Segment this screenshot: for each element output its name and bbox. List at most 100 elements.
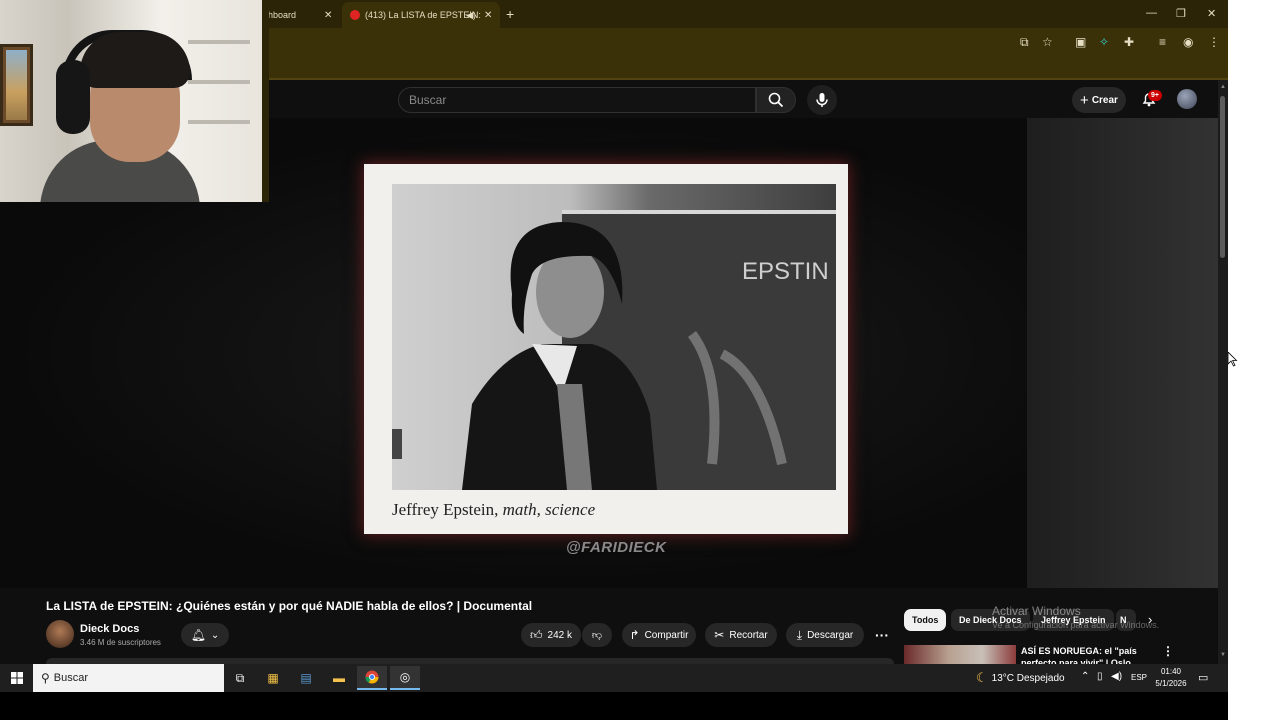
thumbs-up-icon: 👍︎ bbox=[529, 627, 543, 642]
media-control-icon[interactable]: ≡ bbox=[1159, 35, 1166, 49]
tab-close-icon[interactable]: ✕ bbox=[324, 10, 332, 21]
minimize-button[interactable]: — bbox=[1146, 7, 1157, 19]
task-view-icon: ⧉ bbox=[235, 670, 245, 685]
extensions-puzzle-icon[interactable]: ✚ bbox=[1124, 35, 1134, 49]
wall-painting bbox=[0, 44, 33, 126]
word-app-button[interactable]: ▤ bbox=[291, 666, 321, 690]
bookmark-star-icon[interactable]: ☆ bbox=[1042, 35, 1053, 49]
clock-date: 5/1/2026 bbox=[1155, 679, 1187, 688]
scrollbar-thumb[interactable] bbox=[1220, 96, 1225, 258]
download-button[interactable]: ⤓ Descargar bbox=[786, 623, 864, 647]
video-watermark: @FARIDIECK bbox=[566, 539, 667, 556]
page-scrollbar[interactable]: ▲ ▼ bbox=[1218, 80, 1228, 664]
secondary-panel bbox=[1027, 118, 1218, 588]
mouse-cursor-icon bbox=[1228, 352, 1238, 367]
youtube-favicon-icon bbox=[350, 10, 360, 20]
restore-button[interactable]: ❐ bbox=[1176, 7, 1186, 20]
start-button[interactable] bbox=[0, 664, 33, 692]
new-tab-button[interactable]: + bbox=[506, 6, 514, 22]
language-indicator[interactable]: ESP bbox=[1131, 673, 1147, 682]
clock-time: 01:40 bbox=[1160, 667, 1182, 676]
dislike-button[interactable]: 👎︎ bbox=[582, 623, 612, 647]
clock[interactable]: 01:40 5/1/2026 bbox=[1152, 666, 1190, 690]
yearbook-photo-illustration: EPSTIN bbox=[392, 210, 836, 490]
streamer-hair bbox=[80, 32, 190, 88]
bell-icon: 🔔︎ bbox=[190, 628, 206, 642]
chevron-up-icon[interactable]: ⌃ bbox=[1081, 671, 1089, 682]
obs-icon: ◎ bbox=[399, 670, 411, 684]
share-label: Compartir bbox=[644, 629, 689, 641]
obs-app-button[interactable]: ◎ bbox=[390, 666, 420, 690]
more-vertical-icon[interactable]: ⋮ bbox=[1162, 644, 1174, 658]
windows-taskbar: ⚲ ⧉ ▦ ▤ ▬ ◎ ☾ 13°C Despejado ⌃ ▯ ◀) ESP … bbox=[0, 664, 1228, 692]
tab-title: hboard bbox=[268, 10, 297, 20]
chip-all[interactable]: Todos bbox=[904, 609, 947, 631]
moon-icon: ☾ bbox=[976, 670, 988, 685]
store-icon: ▦ bbox=[267, 671, 279, 685]
channel-name[interactable]: Dieck Docs bbox=[80, 623, 139, 635]
subscriber-count: 3.46 M de suscriptores bbox=[80, 638, 161, 647]
create-button[interactable]: + Crear bbox=[1072, 87, 1126, 113]
user-avatar[interactable] bbox=[1177, 89, 1197, 109]
task-view-button[interactable]: ⧉ bbox=[225, 666, 255, 690]
voice-search-button[interactable] bbox=[807, 85, 837, 115]
channel-avatar[interactable] bbox=[46, 620, 74, 648]
thumbs-down-icon: 👎︎ bbox=[591, 630, 603, 641]
browser-tab-active[interactable]: (413) La LISTA de EPSTEIN: ◀) ✕ bbox=[342, 2, 500, 28]
video-frame-photo: EPSTIN Jeffrey Epstein, math, science bbox=[364, 164, 848, 534]
store-app-button[interactable]: ▦ bbox=[258, 666, 288, 690]
tab-close-icon[interactable]: ✕ bbox=[484, 10, 492, 21]
download-icon: ⤓ bbox=[796, 627, 803, 642]
chevron-down-icon: ⌄ bbox=[210, 629, 220, 641]
close-window-button[interactable]: ✕ bbox=[1207, 7, 1216, 20]
speaker-icon[interactable]: ◀) bbox=[466, 10, 476, 21]
weather-text: 13°C Despejado bbox=[991, 672, 1065, 684]
weather-widget[interactable]: ☾ 13°C Despejado bbox=[976, 670, 1065, 686]
notification-count-badge: 9+ bbox=[1148, 90, 1162, 101]
plus-icon: + bbox=[1080, 91, 1089, 109]
subscription-bell-button[interactable]: 🔔︎ ⌄ bbox=[181, 623, 229, 647]
profile-icon[interactable]: ◉ bbox=[1183, 35, 1193, 49]
volume-icon[interactable]: ◀) bbox=[1111, 671, 1122, 682]
search-icon: ⚲ bbox=[41, 671, 50, 685]
more-horizontal-icon: ··· bbox=[875, 627, 889, 643]
taskbar-search: ⚲ bbox=[33, 664, 224, 692]
share-icon: ↱ bbox=[629, 628, 640, 642]
recommendation-thumbnail[interactable] bbox=[904, 645, 1016, 664]
browser-tab[interactable]: hboard ✕ bbox=[268, 2, 340, 28]
chrome-icon bbox=[365, 670, 379, 684]
share-button[interactable]: ↱ Compartir bbox=[622, 623, 696, 647]
windows-logo-icon bbox=[10, 672, 23, 684]
extension-icon[interactable]: ▣ bbox=[1075, 35, 1086, 49]
recommendation-title[interactable]: ASÍ ES NORUEGA: el "país perfecto para v… bbox=[1021, 645, 1146, 664]
like-button[interactable]: 👍︎ 242 k bbox=[521, 623, 581, 647]
photo-caption: Jeffrey Epstein, math, science bbox=[392, 500, 595, 520]
microphone-icon bbox=[816, 93, 828, 107]
file-explorer-button[interactable]: ▬ bbox=[324, 666, 354, 690]
folder-icon: ▬ bbox=[333, 671, 345, 685]
notification-center-icon[interactable]: ▭ bbox=[1198, 671, 1208, 684]
download-label: Descargar bbox=[807, 629, 854, 641]
caption-name: Jeffrey Epstein, bbox=[392, 500, 499, 519]
search-box bbox=[398, 87, 756, 113]
clip-button[interactable]: ✂ Recortar bbox=[705, 623, 777, 647]
battery-icon[interactable]: ▯ bbox=[1097, 671, 1103, 682]
scissors-icon: ✂ bbox=[714, 628, 725, 642]
browser-menu-icon[interactable]: ⋮ bbox=[1208, 35, 1220, 49]
tab-title: (413) La LISTA de EPSTEIN: bbox=[365, 10, 481, 20]
search-input[interactable] bbox=[399, 88, 755, 112]
search-button[interactable] bbox=[756, 87, 796, 113]
activate-windows-title: Activar Windows bbox=[992, 604, 1081, 618]
create-label: Crear bbox=[1091, 94, 1118, 106]
yearbook-photo: EPSTIN bbox=[392, 184, 836, 490]
taskbar-search-input[interactable] bbox=[49, 664, 210, 692]
activate-windows-subtitle: Ve a Configuración para activar Windows. bbox=[992, 620, 1160, 630]
scroll-up-icon[interactable]: ▲ bbox=[1220, 84, 1226, 90]
more-actions-button[interactable]: ··· bbox=[871, 623, 893, 647]
chrome-app-button[interactable] bbox=[357, 666, 387, 690]
chalkboard-text: EPSTIN bbox=[742, 258, 829, 285]
extension-icon[interactable]: ✧ bbox=[1099, 35, 1109, 49]
video-title: La LISTA de EPSTEIN: ¿Quiénes están y po… bbox=[46, 599, 533, 613]
scroll-down-icon[interactable]: ▼ bbox=[1220, 652, 1226, 658]
install-app-icon[interactable]: ⧉ bbox=[1020, 35, 1029, 49]
